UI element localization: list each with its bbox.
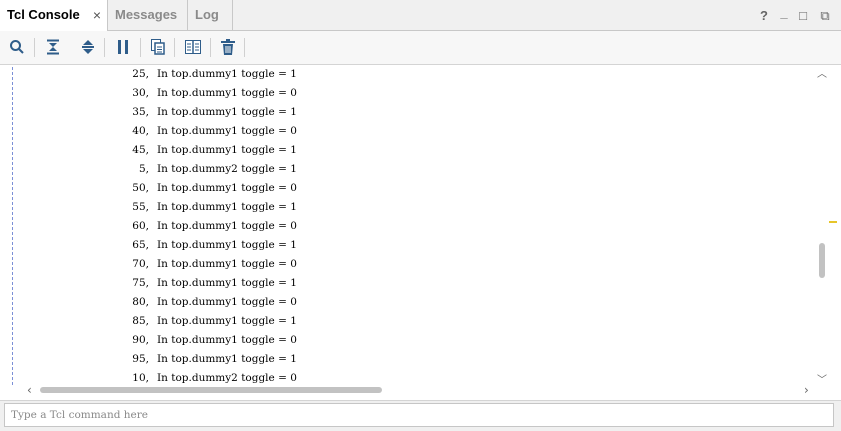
console-line: 95, In top.dummy1 toggle = 1 <box>0 350 810 369</box>
sim-time: 5, <box>138 163 149 175</box>
console-line: 90, In top.dummy1 toggle = 0 <box>0 331 810 350</box>
sim-time: 95, <box>132 353 149 365</box>
log-message: In top.dummy1 toggle = 1 <box>157 239 297 251</box>
log-message: In top.dummy1 toggle = 1 <box>157 315 297 327</box>
log-message: In top.dummy1 toggle = 0 <box>157 125 297 137</box>
console-line: 50, In top.dummy1 toggle = 0 <box>0 179 810 198</box>
tcl-command-input[interactable] <box>4 403 834 427</box>
sim-time: 80, <box>132 296 149 308</box>
tab-messages[interactable]: Messages <box>108 0 188 30</box>
log-message: In top.dummy1 toggle = 0 <box>157 220 297 232</box>
sim-time: 70, <box>132 258 149 270</box>
scroll-left-arrow-icon[interactable]: ‹ <box>27 383 32 397</box>
console-line: 45, In top.dummy1 toggle = 1 <box>0 141 810 160</box>
columns-icon[interactable] <box>182 36 204 58</box>
log-message: In top.dummy2 toggle = 1 <box>157 163 297 175</box>
toolbar-separator <box>174 38 175 57</box>
log-message: In top.dummy1 toggle = 1 <box>157 277 297 289</box>
sim-time: 45, <box>132 144 149 156</box>
tab-log[interactable]: Log <box>188 0 233 30</box>
vertical-scrollbar[interactable]: ︿ ﹀ <box>815 65 829 386</box>
sim-time: 30, <box>132 87 149 99</box>
console-line: 35, In top.dummy1 toggle = 1 <box>0 103 810 122</box>
log-message: In top.dummy1 toggle = 0 <box>157 182 297 194</box>
pause-icon[interactable] <box>112 36 134 58</box>
log-message: In top.dummy1 toggle = 1 <box>157 353 297 365</box>
tab-label: Tcl Console <box>7 7 80 22</box>
restore-icon[interactable]: □ <box>795 0 811 30</box>
expand-all-icon[interactable] <box>77 36 99 58</box>
toolbar-separator <box>210 38 211 57</box>
sim-time: 85, <box>132 315 149 327</box>
console-output[interactable]: 25, In top.dummy1 toggle = 1 30, In top.dum… <box>0 65 841 401</box>
log-message: In top.dummy1 toggle = 0 <box>157 87 297 99</box>
tab-label: Log <box>195 7 219 22</box>
console-line: 30, In top.dummy1 toggle = 0 <box>0 84 810 103</box>
log-message: In top.dummy1 toggle = 1 <box>157 106 297 118</box>
toolbar-separator <box>140 38 141 57</box>
console-toolbar <box>0 31 841 65</box>
console-line: 65, In top.dummy1 toggle = 1 <box>0 236 810 255</box>
sim-time: 65, <box>132 239 149 251</box>
collapse-all-icon[interactable] <box>42 36 64 58</box>
console-line: 5, In top.dummy2 toggle = 1 <box>0 160 810 179</box>
close-icon[interactable]: × <box>93 0 101 30</box>
scroll-right-arrow-icon[interactable]: › <box>804 383 809 397</box>
log-message: In top.dummy1 toggle = 1 <box>157 201 297 213</box>
search-icon[interactable] <box>6 36 28 58</box>
delete-icon[interactable] <box>217 36 239 58</box>
sim-time: 40, <box>132 125 149 137</box>
sim-time: 50, <box>132 182 149 194</box>
tab-tcl-console[interactable]: Tcl Console × <box>0 0 108 31</box>
sim-time: 55, <box>132 201 149 213</box>
log-message: In top.dummy1 toggle = 1 <box>157 144 297 156</box>
toolbar-separator <box>244 38 245 57</box>
scroll-down-arrow-icon[interactable]: ﹀ <box>817 371 827 386</box>
sim-time: 35, <box>132 106 149 118</box>
console-line: 80, In top.dummy1 toggle = 0 <box>0 293 810 312</box>
toolbar-separator <box>34 38 35 57</box>
console-line: 55, In top.dummy1 toggle = 1 <box>0 198 810 217</box>
tab-bar: Tcl Console × Messages Log ? _ □ ⧉ <box>0 0 841 31</box>
sim-time: 60, <box>132 220 149 232</box>
sim-time: 75, <box>132 277 149 289</box>
console-line: 40, In top.dummy1 toggle = 0 <box>0 122 810 141</box>
console-line: 60, In top.dummy1 toggle = 0 <box>0 217 810 236</box>
float-icon[interactable]: ⧉ <box>816 0 834 30</box>
sim-time: 25, <box>132 68 149 80</box>
log-message: In top.dummy1 toggle = 0 <box>157 334 297 346</box>
log-message: In top.dummy1 toggle = 1 <box>157 68 297 80</box>
copy-icon[interactable] <box>147 36 169 58</box>
log-message: In top.dummy1 toggle = 0 <box>157 296 297 308</box>
console-line: 85, In top.dummy1 toggle = 1 <box>0 312 810 331</box>
horizontal-scroll-thumb[interactable] <box>40 387 382 393</box>
vertical-scroll-thumb[interactable] <box>819 243 825 278</box>
help-icon[interactable]: ? <box>756 0 772 30</box>
horizontal-scrollbar[interactable]: ‹ › <box>24 383 816 397</box>
scroll-up-arrow-icon[interactable]: ︿ <box>817 65 827 80</box>
sim-time: 90, <box>132 334 149 346</box>
console-line: 75, In top.dummy1 toggle = 1 <box>0 274 810 293</box>
console-line: 70, In top.dummy1 toggle = 0 <box>0 255 810 274</box>
toolbar-separator <box>104 38 105 57</box>
minimize-icon[interactable]: _ <box>776 0 792 30</box>
tab-label: Messages <box>115 7 178 22</box>
scroll-position-marker <box>829 221 837 223</box>
log-message: In top.dummy1 toggle = 0 <box>157 258 297 270</box>
console-line: 25, In top.dummy1 toggle = 1 <box>0 65 810 84</box>
